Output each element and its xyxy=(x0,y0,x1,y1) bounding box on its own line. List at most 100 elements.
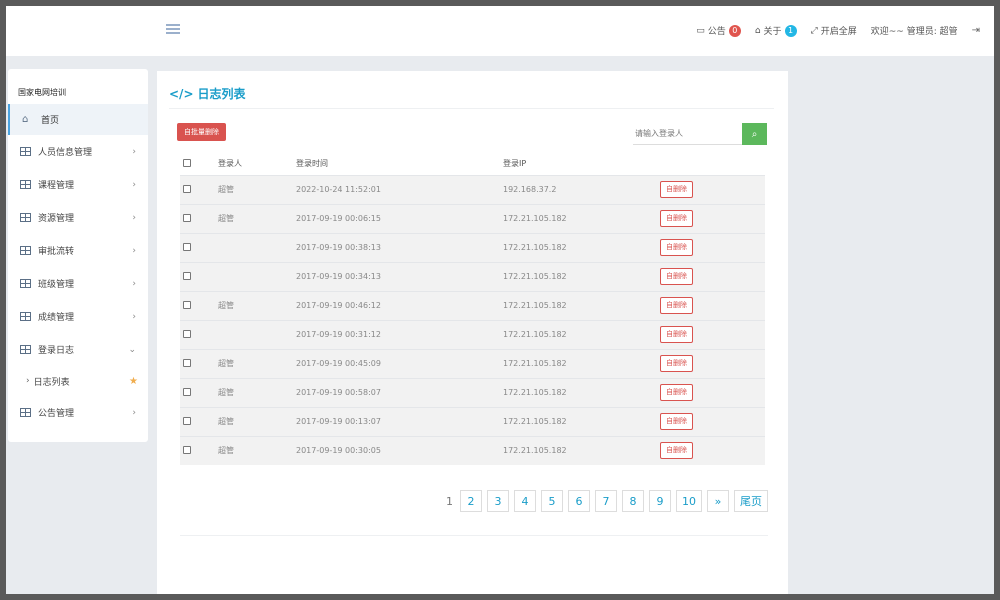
chevron-right-icon: › xyxy=(26,376,30,386)
sidebar-item-grades[interactable]: 成绩管理 › xyxy=(8,300,148,333)
batch-delete-button[interactable]: 自批量删除 xyxy=(177,123,226,141)
table-icon xyxy=(20,246,31,255)
select-all-checkbox[interactable] xyxy=(183,158,191,167)
sidebar-item-personnel[interactable]: 人员信息管理 › xyxy=(8,135,148,168)
page-link[interactable]: 2 xyxy=(460,490,482,512)
cell-time: 2017-09-19 00:58:07 xyxy=(296,377,503,407)
cell-user: 超管 xyxy=(218,174,296,204)
last-page-link[interactable]: 尾页 xyxy=(734,490,768,512)
table-icon xyxy=(20,213,31,222)
about-label: 关于 xyxy=(763,27,782,37)
about-link[interactable]: ⌂ 关于 1 xyxy=(755,24,797,37)
welcome-text[interactable]: 欢迎~~ 管理员: 超管 xyxy=(871,24,958,37)
current-page: 1 xyxy=(446,494,453,508)
page-link[interactable]: 3 xyxy=(487,490,509,512)
table-icon xyxy=(20,279,31,288)
row-checkbox[interactable] xyxy=(183,416,191,425)
page-title-text: 日志列表 xyxy=(197,87,246,101)
cell-user: 超管 xyxy=(218,290,296,320)
sidebar-item-login-log[interactable]: 登录日志 ⌄ xyxy=(8,333,148,366)
page-link[interactable]: 8 xyxy=(622,490,644,512)
sidebar-item-courses[interactable]: 课程管理 › xyxy=(8,168,148,201)
row-checkbox[interactable] xyxy=(183,300,191,309)
delete-button[interactable]: 自删除 xyxy=(660,413,693,430)
sidebar-item-resources[interactable]: 资源管理 › xyxy=(8,201,148,234)
row-checkbox[interactable] xyxy=(183,184,191,193)
delete-button[interactable]: 自删除 xyxy=(660,181,693,198)
sidebar-item-label: 首页 xyxy=(41,116,60,126)
column-header-user: 登录人 xyxy=(218,159,242,169)
notice-link[interactable]: ▭ 公告 0 xyxy=(696,24,741,37)
cell-ip: 172.21.105.182 xyxy=(503,290,658,320)
delete-button[interactable]: 自删除 xyxy=(660,268,693,285)
delete-button[interactable]: 自删除 xyxy=(660,355,693,372)
sidebar-item-classes[interactable]: 班级管理 › xyxy=(8,267,148,300)
row-checkbox[interactable] xyxy=(183,242,191,251)
delete-button[interactable]: 自删除 xyxy=(660,210,693,227)
row-checkbox[interactable] xyxy=(183,271,191,280)
sidebar-item-label: 公告管理 xyxy=(38,409,75,419)
star-icon: ★ xyxy=(129,375,138,387)
page-link[interactable]: 10 xyxy=(676,490,702,512)
delete-button[interactable]: 自删除 xyxy=(660,239,693,256)
cell-user: 超管 xyxy=(218,377,296,407)
main-panel: </> 日志列表 自批量删除 ⌕ 登录人 登录时间 登录IP xyxy=(157,71,788,594)
page-title: </> 日志列表 xyxy=(169,85,246,102)
sidebar-item-label: 班级管理 xyxy=(38,280,75,290)
table-row: 超管 2017-09-19 00:45:09 172.21.105.182 自删… xyxy=(180,348,765,378)
row-checkbox[interactable] xyxy=(183,329,191,338)
table-row: 2017-09-19 00:38:13 172.21.105.182 自删除 xyxy=(180,232,765,262)
search-button[interactable]: ⌕ xyxy=(742,123,767,145)
cell-ip: 172.21.105.182 xyxy=(503,348,658,378)
cell-time: 2017-09-19 00:30:05 xyxy=(296,435,503,465)
fullscreen-button[interactable]: ⤢ 开启全屏 xyxy=(811,24,857,38)
logout-icon[interactable]: ⇥ xyxy=(972,25,980,36)
delete-button[interactable]: 自删除 xyxy=(660,326,693,343)
top-nav: ▭ 公告 0 ⌂ 关于 1 ⤢ 开启全屏 欢迎~~ 管理员: 超管 ⇥ xyxy=(696,24,980,37)
home-icon: ⌂ xyxy=(22,113,29,125)
search-input[interactable] xyxy=(633,123,743,145)
chevron-right-icon: › xyxy=(132,146,136,157)
sidebar-item-label: 成绩管理 xyxy=(38,313,75,323)
table-icon xyxy=(20,147,31,156)
cell-user: 超管 xyxy=(218,203,296,233)
comment-icon: ▭ xyxy=(696,25,705,36)
cell-time: 2017-09-19 00:45:09 xyxy=(296,348,503,378)
row-checkbox[interactable] xyxy=(183,358,191,367)
menu-toggle-icon[interactable] xyxy=(166,24,180,36)
cell-time: 2017-09-19 00:13:07 xyxy=(296,406,503,436)
cell-ip: 172.21.105.182 xyxy=(503,435,658,465)
sidebar-item-approval[interactable]: 审批流转 › xyxy=(8,234,148,267)
cell-ip: 172.21.105.182 xyxy=(503,232,658,262)
cell-ip: 172.21.105.182 xyxy=(503,377,658,407)
column-header-actions xyxy=(658,153,765,175)
row-checkbox[interactable] xyxy=(183,445,191,454)
row-checkbox[interactable] xyxy=(183,213,191,222)
search-box: ⌕ xyxy=(633,123,767,145)
table-row: 超管 2017-09-19 00:58:07 172.21.105.182 自删… xyxy=(180,377,765,407)
sidebar-item-notices[interactable]: 公告管理 › xyxy=(8,396,148,429)
notice-label: 公告 xyxy=(707,27,726,37)
page-link[interactable]: 7 xyxy=(595,490,617,512)
page-link[interactable]: 4 xyxy=(514,490,536,512)
sidebar-item-home[interactable]: ⌂ 首页 xyxy=(8,104,148,135)
cell-ip: 192.168.37.2 xyxy=(503,174,658,204)
notice-count-badge: 0 xyxy=(728,24,741,37)
page-link[interactable]: 5 xyxy=(541,490,563,512)
row-checkbox[interactable] xyxy=(183,387,191,396)
delete-button[interactable]: 自删除 xyxy=(660,297,693,314)
table-row: 超管 2017-09-19 00:30:05 172.21.105.182 自删… xyxy=(180,435,765,465)
next-page-link[interactable]: » xyxy=(707,490,729,512)
cell-user xyxy=(218,261,296,291)
page-link[interactable]: 6 xyxy=(568,490,590,512)
delete-button[interactable]: 自删除 xyxy=(660,442,693,460)
sidebar-item-label: 资源管理 xyxy=(38,214,75,224)
delete-button[interactable]: 自删除 xyxy=(660,384,693,401)
chevron-right-icon: › xyxy=(132,245,136,256)
sidebar-subitem-log-list[interactable]: › 日志列表 ★ xyxy=(8,366,148,396)
sidebar-item-label: 登录日志 xyxy=(38,346,75,356)
table-icon xyxy=(20,312,31,321)
cell-time: 2022-10-24 11:52:01 xyxy=(296,174,503,204)
table-icon xyxy=(20,345,31,354)
page-link[interactable]: 9 xyxy=(649,490,671,512)
